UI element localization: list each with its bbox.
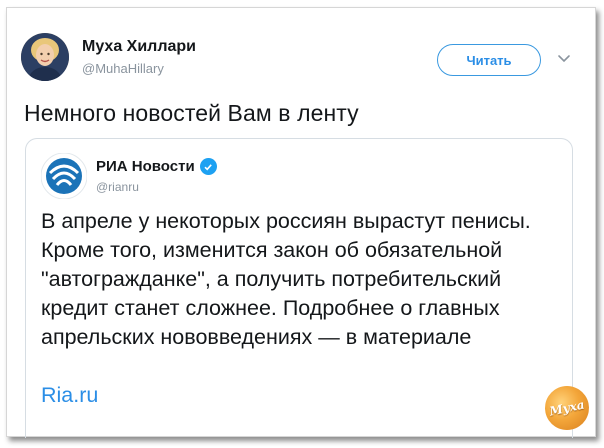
ria-novosti-logo xyxy=(41,153,87,199)
author-avatar[interactable] xyxy=(21,33,69,81)
watermark-label: Муха xyxy=(548,397,586,419)
chevron-down-icon[interactable] xyxy=(556,52,572,66)
author-handle[interactable]: @MuhaHillary xyxy=(82,61,164,76)
author-name[interactable]: Муха Хиллари xyxy=(82,38,196,56)
quoted-author-handle[interactable]: @rianru xyxy=(96,180,139,194)
follow-button[interactable]: Читать xyxy=(437,44,541,76)
quoted-author-name[interactable]: РИА Новости xyxy=(96,158,217,175)
tweet-text: Немного новостей Вам в ленту xyxy=(24,100,359,126)
verified-badge-icon xyxy=(199,158,217,175)
avatar-portrait-icon xyxy=(21,33,69,81)
quoted-tweet-link[interactable]: Ria.ru xyxy=(41,381,98,410)
quoted-author-label: РИА Новости xyxy=(96,158,195,175)
quoted-tweet-text: В апреле у некоторых россиян вырастут пе… xyxy=(41,209,531,349)
